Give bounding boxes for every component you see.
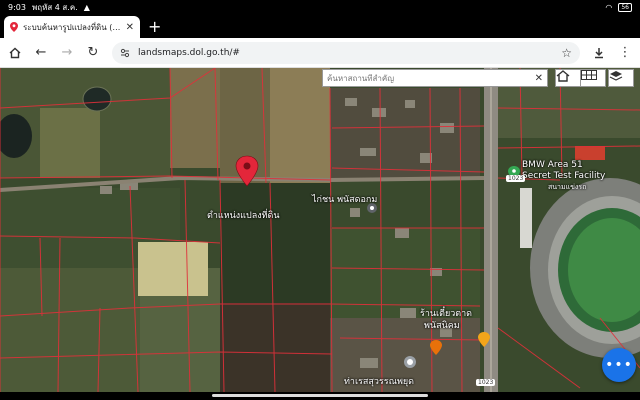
gesture-navigation-bar — [0, 392, 640, 400]
more-horizontal-icon: ••• — [605, 357, 633, 373]
grid-icon — [581, 70, 597, 80]
place-label-chicken: ไก่ชน พนัสดอกม — [312, 195, 378, 205]
site-info-icon[interactable] — [120, 48, 130, 58]
more-menu-icon[interactable]: ⋮ — [618, 45, 632, 60]
map-pin-favicon-icon — [10, 22, 18, 32]
home-gesture-pill[interactable] — [212, 394, 428, 397]
home-icon[interactable] — [8, 46, 22, 60]
home-icon — [556, 70, 570, 82]
status-date: พฤหัส 4 ส.ค. — [31, 2, 78, 12]
browser-toolbar: ← → ↻ landsmaps.dol.go.th/# ☆ ⋮ — [0, 38, 640, 68]
battery-icon: 56 — [618, 2, 632, 12]
wifi-icon: ◠ — [605, 2, 613, 12]
road-number-badge: 1023 — [476, 379, 496, 386]
tab-title: ระบบค้นหารูปแปลงที่ดิน (LandsMaps) — [23, 22, 121, 32]
reload-icon[interactable]: ↻ — [86, 45, 100, 60]
url-text: landsmaps.dol.go.th/# — [138, 47, 240, 58]
new-tab-icon[interactable]: + — [148, 19, 161, 35]
place-label-stadium: สนามแข่งรถ — [548, 183, 587, 191]
place-label-market-2[interactable]: พนัสนิคม — [424, 318, 460, 332]
place-label-bmw-2[interactable]: Secret Test Facility — [522, 171, 605, 181]
grid-button[interactable] — [580, 69, 606, 87]
status-time: 9:03 — [8, 2, 26, 12]
layers-button[interactable] — [608, 69, 634, 87]
marker-label: ตำแหน่งแปลงที่ดิน — [207, 211, 280, 221]
address-bar[interactable]: landsmaps.dol.go.th/# ☆ — [112, 41, 580, 64]
close-tab-icon[interactable]: ✕ — [126, 22, 134, 33]
map-imagery — [0, 68, 640, 392]
clear-search-icon[interactable]: ✕ — [535, 73, 543, 84]
browser-tab[interactable]: ระบบค้นหารูปแปลงที่ดิน (LandsMaps) ✕ — [4, 16, 140, 38]
tab-strip: ระบบค้นหารูปแปลงที่ดิน (LandsMaps) ✕ + — [0, 14, 640, 38]
warning-icon: ▲ — [83, 2, 90, 12]
place-label-temple[interactable]: ท่าเรสสุวรรณพยุด — [344, 374, 414, 388]
back-icon[interactable]: ← — [34, 45, 48, 60]
home-view-button[interactable] — [555, 69, 581, 87]
satellite-map[interactable]: ตำแหน่งแปลงที่ดิน ไก่ชน พนัสดอกม BMW Are… — [0, 68, 640, 392]
place-search-box: ✕ — [322, 69, 548, 87]
download-icon[interactable] — [592, 46, 606, 60]
more-options-fab[interactable]: ••• — [602, 348, 636, 382]
forward-icon[interactable]: → — [60, 45, 74, 60]
layers-icon — [609, 71, 623, 81]
road-number-badge: 1023 — [506, 175, 526, 182]
bookmark-star-icon[interactable]: ☆ — [561, 46, 572, 60]
place-search-input[interactable] — [327, 73, 535, 83]
place-label-bmw[interactable]: BMW Area 51 — [522, 160, 583, 170]
status-bar: 9:03 พฤหัส 4 ส.ค. ▲ ◠ 56 — [0, 0, 640, 14]
